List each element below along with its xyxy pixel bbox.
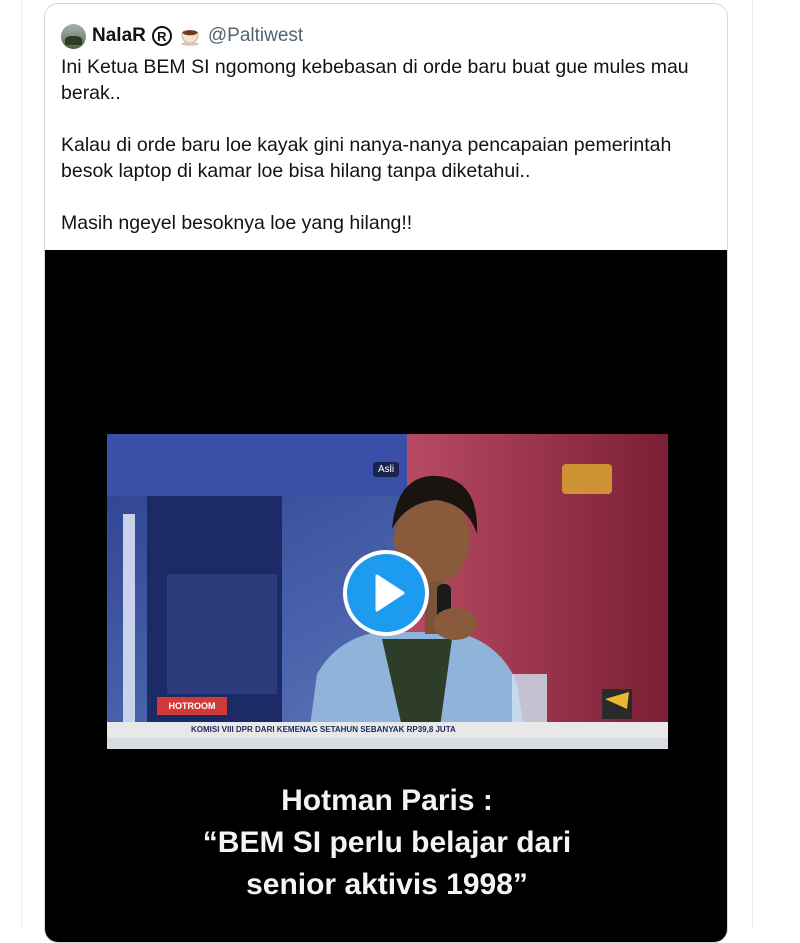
show-logo: HOTROOM: [157, 697, 227, 715]
caption-line: “BEM SI perlu belajar dari: [202, 826, 572, 859]
tweet-text: Ini Ketua BEM SI ngomong kebebasan di or…: [61, 54, 711, 236]
play-icon: [375, 574, 405, 612]
video-corner-tag: Asli: [373, 462, 400, 477]
play-button[interactable]: [343, 550, 429, 636]
avatar[interactable]: [61, 23, 86, 49]
caption-line: Hotman Paris :: [281, 784, 493, 817]
coffee-cup-icon: [180, 30, 199, 46]
tweet-paragraph: Ini Ketua BEM SI ngomong kebebasan di or…: [61, 56, 689, 104]
timeline-border-right: [752, 0, 753, 929]
quoted-tweet-card[interactable]: NalaR R @Paltiwest Ini Ketua BEM SI ngom…: [44, 3, 728, 943]
video-player[interactable]: Asli HOTROOM KOMISI VIII DPR DARI KEMENA…: [45, 250, 727, 942]
video-caption: Hotman Paris : “BEM SI perlu belajar dar…: [45, 780, 727, 906]
registered-badge-icon: R: [151, 26, 172, 46]
display-name[interactable]: NalaR: [92, 25, 146, 47]
tweet-header: NalaR R @Paltiwest: [61, 23, 303, 49]
caption-line: senior aktivis 1998”: [246, 868, 528, 901]
news-ticker: KOMISI VIII DPR DARI KEMENAG SETAHUN SEB…: [107, 722, 668, 738]
timeline-border-left: [21, 0, 22, 929]
tweet-paragraph: Kalau di orde baru loe kayak gini nanya-…: [61, 134, 672, 182]
tweet-paragraph: Masih ngeyel besoknya loe yang hilang!!: [61, 212, 413, 234]
user-handle[interactable]: @Paltiwest: [208, 25, 303, 47]
